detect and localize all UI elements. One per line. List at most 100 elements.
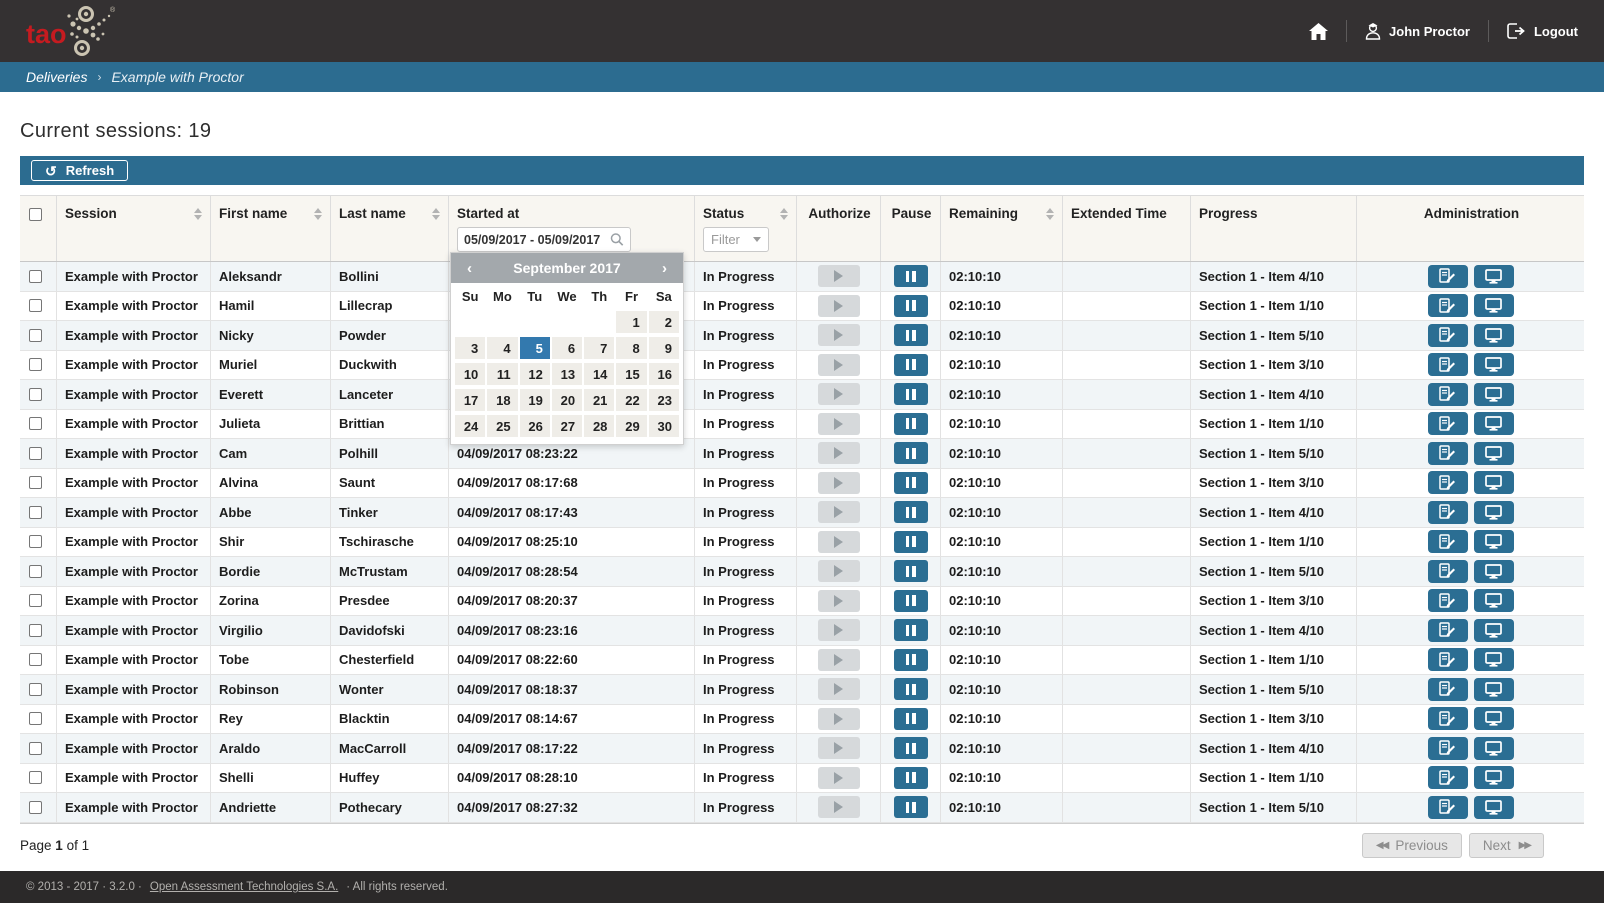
authorize-button[interactable]: [818, 619, 860, 641]
logout-button[interactable]: Logout: [1507, 23, 1578, 39]
monitor-session-button[interactable]: [1474, 737, 1514, 760]
calendar-day-14[interactable]: 14: [584, 363, 614, 385]
calendar-day-24[interactable]: 24: [455, 415, 485, 437]
search-icon[interactable]: [610, 232, 624, 247]
session-report-button[interactable]: [1428, 324, 1468, 347]
calendar-day-7[interactable]: 7: [584, 337, 614, 359]
calendar-day-17[interactable]: 17: [455, 389, 485, 411]
column-header-last-name[interactable]: Last name: [330, 196, 448, 261]
pause-button[interactable]: [894, 413, 928, 435]
column-header-remaining[interactable]: Remaining: [940, 196, 1062, 261]
row-checkbox[interactable]: [29, 358, 42, 371]
column-header-session[interactable]: Session: [56, 196, 210, 261]
authorize-button[interactable]: [818, 737, 860, 759]
calendar-day-16[interactable]: 16: [649, 363, 679, 385]
status-filter-select[interactable]: Filter: [703, 227, 769, 252]
monitor-session-button[interactable]: [1474, 796, 1514, 819]
session-report-button[interactable]: [1428, 766, 1468, 789]
pause-button[interactable]: [894, 737, 928, 759]
row-checkbox[interactable]: [29, 771, 42, 784]
calendar-day-4[interactable]: 4: [487, 337, 517, 359]
authorize-button[interactable]: [818, 413, 860, 435]
pause-button[interactable]: [894, 767, 928, 789]
calendar-prev-month-button[interactable]: ‹: [461, 260, 478, 277]
calendar-day-18[interactable]: 18: [487, 389, 517, 411]
user-menu[interactable]: John Proctor: [1365, 22, 1470, 40]
authorize-button[interactable]: [818, 796, 860, 818]
monitor-session-button[interactable]: [1474, 294, 1514, 317]
monitor-session-button[interactable]: [1474, 501, 1514, 524]
calendar-day-22[interactable]: 22: [616, 389, 646, 411]
started-at-date-range-input[interactable]: [464, 233, 606, 247]
authorize-button[interactable]: [818, 678, 860, 700]
calendar-day-27[interactable]: 27: [552, 415, 582, 437]
calendar-day-12[interactable]: 12: [520, 363, 550, 385]
session-report-button[interactable]: [1428, 294, 1468, 317]
monitor-session-button[interactable]: [1474, 707, 1514, 730]
calendar-day-28[interactable]: 28: [584, 415, 614, 437]
pause-button[interactable]: [894, 383, 928, 405]
pause-button[interactable]: [894, 796, 928, 818]
session-report-button[interactable]: [1428, 530, 1468, 553]
session-report-button[interactable]: [1428, 678, 1468, 701]
calendar-day-11[interactable]: 11: [487, 363, 517, 385]
authorize-button[interactable]: [818, 442, 860, 464]
monitor-session-button[interactable]: [1474, 589, 1514, 612]
session-report-button[interactable]: [1428, 560, 1468, 583]
row-checkbox[interactable]: [29, 447, 42, 460]
pause-button[interactable]: [894, 649, 928, 671]
session-report-button[interactable]: [1428, 442, 1468, 465]
monitor-session-button[interactable]: [1474, 265, 1514, 288]
pause-button[interactable]: [894, 560, 928, 582]
sort-icon[interactable]: [1046, 208, 1054, 220]
monitor-session-button[interactable]: [1474, 766, 1514, 789]
pause-button[interactable]: [894, 501, 928, 523]
calendar-day-20[interactable]: 20: [552, 389, 582, 411]
row-checkbox[interactable]: [29, 624, 42, 637]
calendar-day-26[interactable]: 26: [520, 415, 550, 437]
authorize-button[interactable]: [818, 501, 860, 523]
calendar-day-3[interactable]: 3: [455, 337, 485, 359]
authorize-button[interactable]: [818, 472, 860, 494]
monitor-session-button[interactable]: [1474, 412, 1514, 435]
authorize-button[interactable]: [818, 560, 860, 582]
session-report-button[interactable]: [1428, 648, 1468, 671]
row-checkbox[interactable]: [29, 565, 42, 578]
row-checkbox[interactable]: [29, 329, 42, 342]
session-report-button[interactable]: [1428, 737, 1468, 760]
row-checkbox[interactable]: [29, 653, 42, 666]
authorize-button[interactable]: [818, 383, 860, 405]
calendar-day-15[interactable]: 15: [616, 363, 646, 385]
row-checkbox[interactable]: [29, 270, 42, 283]
session-report-button[interactable]: [1428, 412, 1468, 435]
pause-button[interactable]: [894, 472, 928, 494]
row-checkbox[interactable]: [29, 299, 42, 312]
calendar-day-6[interactable]: 6: [552, 337, 582, 359]
authorize-button[interactable]: [818, 767, 860, 789]
calendar-day-25[interactable]: 25: [487, 415, 517, 437]
monitor-session-button[interactable]: [1474, 678, 1514, 701]
calendar-day-19[interactable]: 19: [520, 389, 550, 411]
calendar-day-21[interactable]: 21: [584, 389, 614, 411]
authorize-button[interactable]: [818, 324, 860, 346]
pause-button[interactable]: [894, 708, 928, 730]
column-header-first-name[interactable]: First name: [210, 196, 330, 261]
monitor-session-button[interactable]: [1474, 324, 1514, 347]
authorize-button[interactable]: [818, 295, 860, 317]
session-report-button[interactable]: [1428, 796, 1468, 819]
monitor-session-button[interactable]: [1474, 471, 1514, 494]
pause-button[interactable]: [894, 324, 928, 346]
row-checkbox[interactable]: [29, 506, 42, 519]
authorize-button[interactable]: [818, 354, 860, 376]
authorize-button[interactable]: [818, 708, 860, 730]
calendar-day-1[interactable]: 1: [616, 311, 646, 333]
session-report-button[interactable]: [1428, 619, 1468, 642]
row-checkbox[interactable]: [29, 388, 42, 401]
tao-logo[interactable]: tao ®: [26, 4, 122, 58]
refresh-button[interactable]: ↻ Refresh: [31, 160, 128, 181]
authorize-button[interactable]: [818, 265, 860, 287]
monitor-session-button[interactable]: [1474, 353, 1514, 376]
row-checkbox[interactable]: [29, 594, 42, 607]
calendar-day-30[interactable]: 30: [649, 415, 679, 437]
pause-button[interactable]: [894, 295, 928, 317]
